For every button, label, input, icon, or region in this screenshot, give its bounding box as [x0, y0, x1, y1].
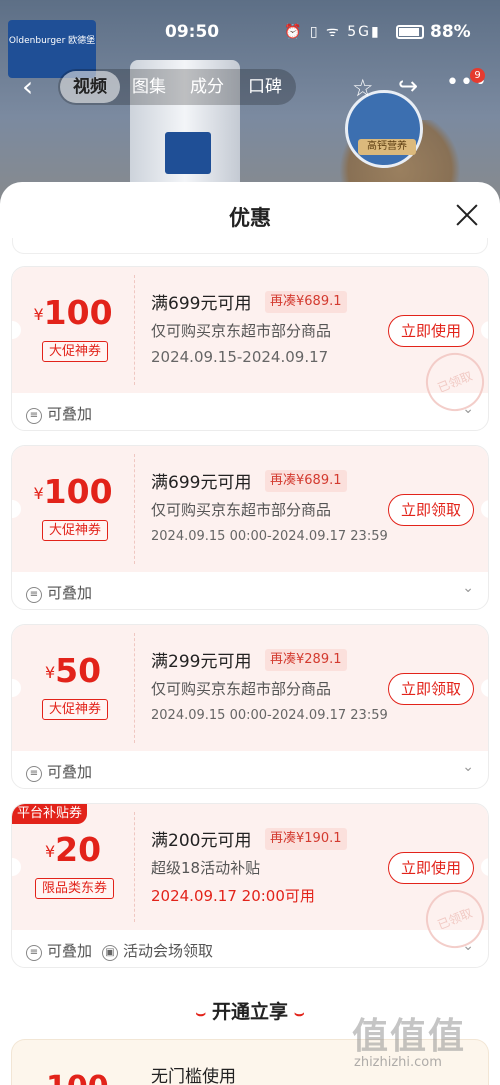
coupon-card: ¥100 大促神券 满699元可用 再凑¥689.1 仅可购买京东超市部分商品 … [11, 266, 489, 431]
venue-icon: ▣ [102, 945, 119, 961]
battery-icon [396, 25, 424, 39]
coupon-validity: 2024.09.17 20:00可用 [151, 887, 315, 905]
coupon-amount: ¥50 [44, 651, 102, 690]
claim-now-button[interactable]: 立即领取 [388, 494, 474, 526]
coupon-scope: 超级18活动补贴 [151, 859, 261, 877]
need-more-tag: 再凑¥289.1 [265, 649, 347, 671]
coupon-condition: 满699元可用 [151, 473, 252, 493]
chevron-down-icon[interactable]: ⌄ [462, 401, 474, 417]
coupon-footer: ≡ 可叠加 [26, 582, 92, 603]
coupon-scope: 仅可购买京东超市部分商品 [151, 322, 332, 340]
need-more-tag: 再凑¥689.1 [265, 291, 347, 313]
claimed-stamp: 已领取 [417, 881, 488, 957]
coupon-amount: ¥100 [33, 293, 113, 332]
coupon-scope: 仅可购买京东超市部分商品 [151, 680, 332, 698]
coupon-footer: ≡ 可叠加 ▣ 活动会场领取 [26, 940, 213, 961]
sheet-title: 优惠 [229, 206, 271, 230]
coupon-amount: ¥20 [44, 830, 102, 869]
product-can-label [165, 132, 211, 174]
use-now-button[interactable]: 立即使用 [388, 315, 474, 347]
coupon-scope: 仅可购买京东超市部分商品 [151, 501, 332, 519]
chevron-down-icon[interactable]: ⌄ [462, 759, 474, 775]
tab-gallery[interactable]: 图集 [120, 69, 178, 105]
need-more-tag: 再凑¥689.1 [265, 470, 347, 492]
claimed-stamp: 已领取 [417, 344, 488, 420]
coupon-type-badge: 大促神券 [42, 699, 109, 720]
coupon-body: ¥100 大促神券 满699元可用 再凑¥689.1 仅可购买京东超市部分商品 … [12, 267, 488, 420]
chevron-down-icon[interactable]: ⌄ [462, 580, 474, 596]
close-icon[interactable] [454, 202, 480, 228]
coupon-condition: 无门槛使用 [151, 1067, 236, 1085]
coupon-footer: ≡ 可叠加 [26, 403, 92, 424]
coupon-validity: 2024.09.15 00:00-2024.09.17 23:59 [151, 708, 388, 723]
stack-icon: ≡ [26, 408, 42, 424]
battery-percent: 88% [430, 22, 471, 42]
tab-reviews[interactable]: 口碑 [236, 69, 294, 105]
previous-card-edge [12, 238, 488, 254]
stack-icon: ≡ [26, 945, 42, 961]
stack-icon: ≡ [26, 587, 42, 603]
coupon-footer: ≡ 可叠加 [26, 761, 92, 782]
coupon-body: ¥50 大促神券 满299元可用 再凑¥289.1 仅可购买京东超市部分商品 2… [12, 625, 488, 751]
back-icon[interactable]: ‹ [22, 72, 33, 102]
tab-ingredients[interactable]: 成分 [178, 69, 236, 105]
tab-video[interactable]: 视频 [60, 71, 120, 103]
coupon-type-badge: 大促神券 [42, 341, 109, 362]
coupon-body: ¥100 大促神券 满699元可用 再凑¥689.1 仅可购买京东超市部分商品 … [12, 446, 488, 572]
need-more-tag: 再凑¥190.1 [265, 828, 347, 850]
coupon-type-badge: 限品类东券 [35, 878, 115, 899]
coupon-condition: 满699元可用 [151, 294, 252, 314]
coupon-validity: 2024.09.15 00:00-2024.09.17 23:59 [151, 529, 388, 544]
coupon-divider [134, 275, 135, 385]
coupon-condition: 满200元可用 [151, 831, 252, 851]
coupon-condition: 满299元可用 [151, 652, 252, 672]
claim-now-button[interactable]: 立即领取 [388, 673, 474, 705]
coupon-card: ¥50 大促神券 满299元可用 再凑¥289.1 仅可购买京东超市部分商品 2… [11, 624, 489, 789]
coupon-divider [134, 454, 135, 564]
watermark: 值值值 zhizhizhi.com [352, 1016, 467, 1070]
coupon-validity: 2024.09.15-2024.09.17 [151, 348, 329, 366]
coupon-body: 平台补贴券 ¥20 限品类东券 满200元可用 再凑¥190.1 超级18活动补… [12, 804, 488, 957]
status-icons: ⏰ ▯ ᯤ 5G▮ [284, 24, 381, 40]
use-now-button[interactable]: 立即使用 [388, 852, 474, 884]
favorite-star-icon[interactable]: ☆ [352, 74, 374, 102]
platform-subsidy-tag: 平台补贴券 [12, 804, 88, 824]
chevron-down-icon[interactable]: ⌄ [462, 938, 474, 954]
stack-icon: ≡ [26, 766, 42, 782]
media-tabs: 视频 图集 成分 口碑 [58, 69, 296, 105]
coupon-divider [134, 812, 135, 922]
coupon-sheet: 优惠 ¥100 大促神券 满699元可用 再凑¥689.1 仅可购买京东超市部分… [0, 182, 500, 1085]
share-icon[interactable]: ↪ [398, 72, 418, 100]
coupon-card: ¥100 大促神券 满699元可用 再凑¥689.1 仅可购买京东超市部分商品 … [11, 445, 489, 610]
coupon-amount: 100 [46, 1070, 109, 1085]
coupon-card: 平台补贴券 ¥20 限品类东券 满200元可用 再凑¥190.1 超级18活动补… [11, 803, 489, 968]
coupon-divider [134, 633, 135, 743]
coupon-amount: ¥100 [33, 472, 113, 511]
coupon-type-badge: 大促神券 [42, 520, 109, 541]
status-bar: 09:50 ⏰ ▯ ᯤ 5G▮ 88% [0, 18, 500, 48]
status-time: 09:50 [165, 22, 220, 42]
message-count-badge: 9 [470, 68, 485, 83]
